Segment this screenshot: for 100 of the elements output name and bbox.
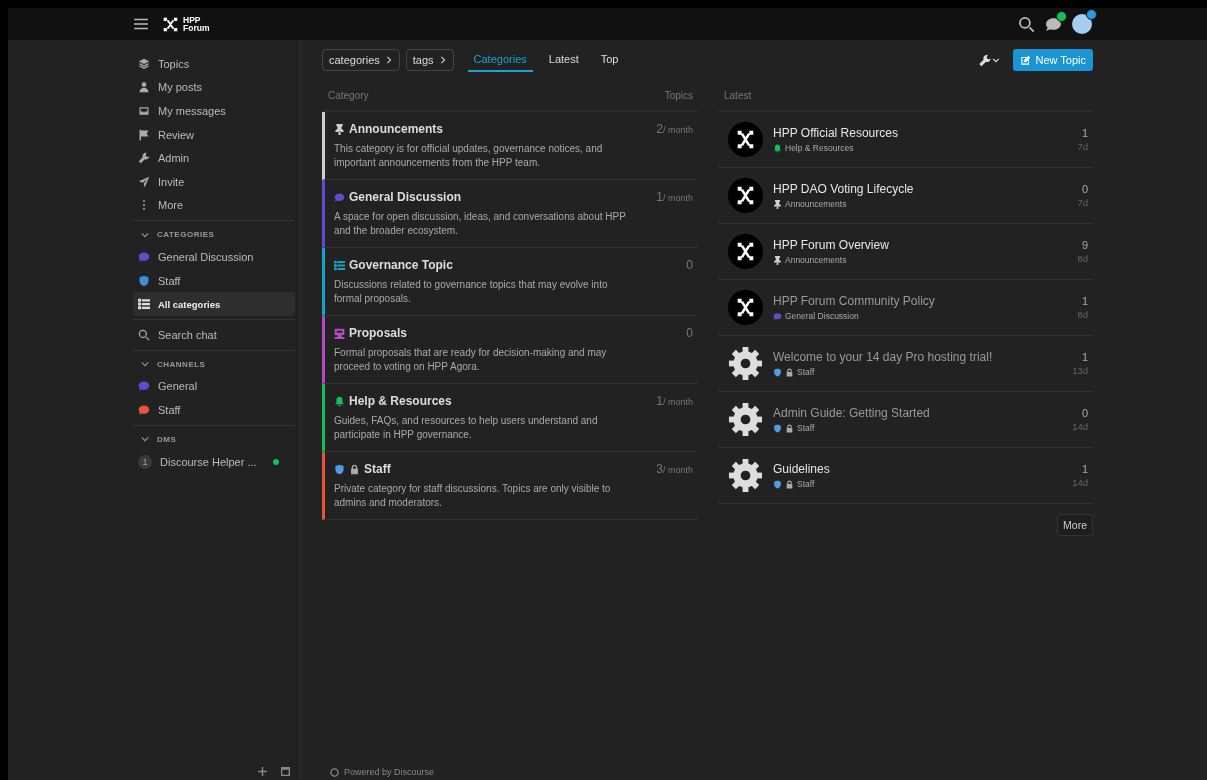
category-link[interactable]: Announcements bbox=[785, 199, 847, 209]
topic-title[interactable]: HPP DAO Voting Lifecycle bbox=[773, 182, 1068, 196]
sidebar-item[interactable]: My posts bbox=[133, 75, 295, 100]
gear-icon[interactable] bbox=[728, 346, 763, 381]
grid-icon[interactable] bbox=[281, 767, 290, 776]
menu-icon[interactable] bbox=[134, 18, 148, 30]
flag-icon bbox=[138, 128, 150, 141]
sidebar-item[interactable]: Search chat bbox=[133, 322, 295, 347]
filter-dropdown[interactable]: tags bbox=[405, 49, 454, 71]
topic-count: 3/ month bbox=[656, 462, 693, 478]
nav-tab[interactable]: Top bbox=[594, 48, 625, 72]
sidebar-item[interactable]: Staff bbox=[133, 398, 295, 422]
category-name[interactable]: Staff bbox=[364, 462, 391, 476]
topic-age: 7d bbox=[1077, 197, 1088, 208]
category-row[interactable]: Announcements This category is for official updates, governance notices, and important announcements from the HPP team. 2/ month bbox=[322, 112, 698, 180]
category-row[interactable]: General Discussion A space for open discussion, ideas, and conversations about HPP and the broader ecosystem. 1/ month bbox=[322, 180, 698, 248]
reply-count: 1 bbox=[1081, 463, 1088, 475]
topic-age: 14d bbox=[1072, 477, 1088, 488]
category-link[interactable]: Announcements bbox=[785, 255, 847, 265]
topic-age: 14d bbox=[1072, 421, 1088, 432]
category-row[interactable]: Help & Resources Guides, FAQs, and resources to help users understand and participate in HPP governance. 1/ month bbox=[322, 384, 698, 452]
topic-count: 1/ month bbox=[656, 394, 693, 410]
topic-age: 7d bbox=[1077, 141, 1088, 152]
topic-title[interactable]: Welcome to your 14 day Pro hosting trial! bbox=[773, 350, 1063, 364]
paper-plane-icon bbox=[138, 175, 150, 188]
reply-count: 0 bbox=[1081, 183, 1088, 195]
more-button[interactable]: More bbox=[1057, 514, 1093, 536]
category-link[interactable]: Staff bbox=[797, 479, 815, 489]
logo-avatar[interactable] bbox=[728, 122, 763, 157]
logo-avatar[interactable] bbox=[728, 290, 763, 325]
layers-icon bbox=[138, 57, 150, 70]
topic-count: 0 bbox=[686, 258, 693, 274]
column-header: Category bbox=[328, 90, 369, 101]
user-avatar[interactable] bbox=[1072, 14, 1092, 34]
category-description: Private category for staff discussions. Topics are only visible to admins and moderators. bbox=[334, 482, 612, 510]
category-name[interactable]: Proposals bbox=[349, 326, 408, 340]
logo-text[interactable]: HPP bbox=[183, 16, 210, 24]
sidebar-item[interactable]: More bbox=[133, 193, 295, 218]
topic-age: 8d bbox=[1077, 309, 1088, 320]
list-icon bbox=[138, 298, 150, 311]
plus-icon[interactable] bbox=[258, 767, 267, 776]
search-icon[interactable] bbox=[1018, 15, 1035, 33]
sidebar-item[interactable]: Topics bbox=[133, 52, 295, 76]
column-header: Latest bbox=[724, 90, 752, 101]
wrench-icon bbox=[138, 152, 150, 165]
section-header[interactable]: CATEGORIES bbox=[133, 224, 223, 246]
topic-title[interactable]: HPP Official Resources bbox=[773, 126, 1068, 140]
reply-count: 1 bbox=[1081, 351, 1088, 363]
chat-bubble-icon[interactable] bbox=[1045, 15, 1062, 33]
category-name[interactable]: Announcements bbox=[349, 122, 443, 136]
category-row[interactable]: Governance Topic Discussions related to governance topics that may evolve into formal proposals. 0 bbox=[322, 248, 698, 316]
logo-avatar[interactable] bbox=[728, 234, 763, 269]
chevron-icon bbox=[141, 230, 149, 239]
category-link[interactable]: Help & Resources bbox=[785, 143, 854, 153]
reply-count: 1 bbox=[1081, 295, 1088, 307]
section-header[interactable]: CHANNELS bbox=[133, 353, 214, 375]
topic-title[interactable]: Admin Guide: Getting Started bbox=[773, 406, 1063, 420]
category-description: This category is for official updates, governance notices, and important announcements from the HPP team. bbox=[334, 142, 604, 170]
category-row[interactable]: Proposals Formal proposals that are ready for decision-making and may proceed to voting on HPP Agora. 0 bbox=[322, 316, 698, 384]
logo-text[interactable]: Forum bbox=[183, 24, 210, 32]
user-icon bbox=[138, 81, 150, 94]
section-header[interactable]: DMS bbox=[133, 428, 185, 450]
category-name[interactable]: Help & Resources bbox=[349, 394, 452, 408]
chevron-icon bbox=[141, 435, 149, 444]
category-name[interactable]: General Discussion bbox=[349, 190, 462, 204]
search-icon bbox=[138, 328, 150, 341]
column-header: Topics bbox=[664, 90, 693, 101]
category-description: Formal proposals that are ready for decision-making and may proceed to voting on HPP Agora. bbox=[334, 346, 608, 374]
sidebar-item[interactable]: Invite bbox=[133, 169, 295, 194]
sidebar-item[interactable]: General Discussion bbox=[133, 245, 295, 269]
sidebar-item[interactable]: 1 Discourse Helper ... bbox=[133, 449, 295, 474]
reply-count: 9 bbox=[1081, 239, 1088, 251]
nav-tab[interactable]: Categories bbox=[467, 48, 533, 72]
gear-icon[interactable] bbox=[728, 458, 763, 493]
logo-icon[interactable] bbox=[162, 15, 179, 33]
category-description: Discussions related to governance topics that may evolve into formal proposals. bbox=[334, 278, 609, 306]
sidebar-item[interactable]: General bbox=[133, 374, 295, 399]
sidebar-item[interactable]: Admin bbox=[133, 146, 295, 170]
category-name[interactable]: Governance Topic bbox=[349, 258, 453, 272]
sidebar-item[interactable]: Staff bbox=[133, 268, 295, 293]
category-row[interactable]: Staff Private category for staff discussions. Topics are only visible to admins and moderators. 3/ month bbox=[322, 452, 698, 520]
powered-by-text[interactable]: Powered by Discourse bbox=[344, 767, 435, 777]
topic-title[interactable]: HPP Forum Overview bbox=[773, 238, 1068, 252]
chevron-icon bbox=[384, 56, 393, 64]
topic-count: 2/ month bbox=[656, 122, 693, 138]
category-link[interactable]: General Discussion bbox=[785, 311, 859, 321]
nav-tab[interactable]: Latest bbox=[542, 48, 585, 72]
topic-age: 13d bbox=[1072, 365, 1088, 376]
reply-count: 1 bbox=[1081, 127, 1088, 139]
inbox-icon bbox=[138, 105, 150, 117]
topic-title[interactable]: Guidelines bbox=[773, 462, 1063, 476]
sidebar-item[interactable]: All categories bbox=[133, 292, 295, 316]
logo-avatar[interactable] bbox=[728, 178, 763, 213]
sidebar-item[interactable]: Review bbox=[133, 122, 295, 147]
gear-icon[interactable] bbox=[728, 402, 763, 437]
sidebar-item[interactable]: My messages bbox=[133, 99, 295, 123]
topic-title[interactable]: HPP Forum Community Policy bbox=[773, 294, 1068, 308]
category-link[interactable]: Staff bbox=[797, 367, 815, 377]
category-link[interactable]: Staff bbox=[797, 423, 815, 433]
filter-dropdown[interactable]: categories bbox=[322, 49, 400, 71]
